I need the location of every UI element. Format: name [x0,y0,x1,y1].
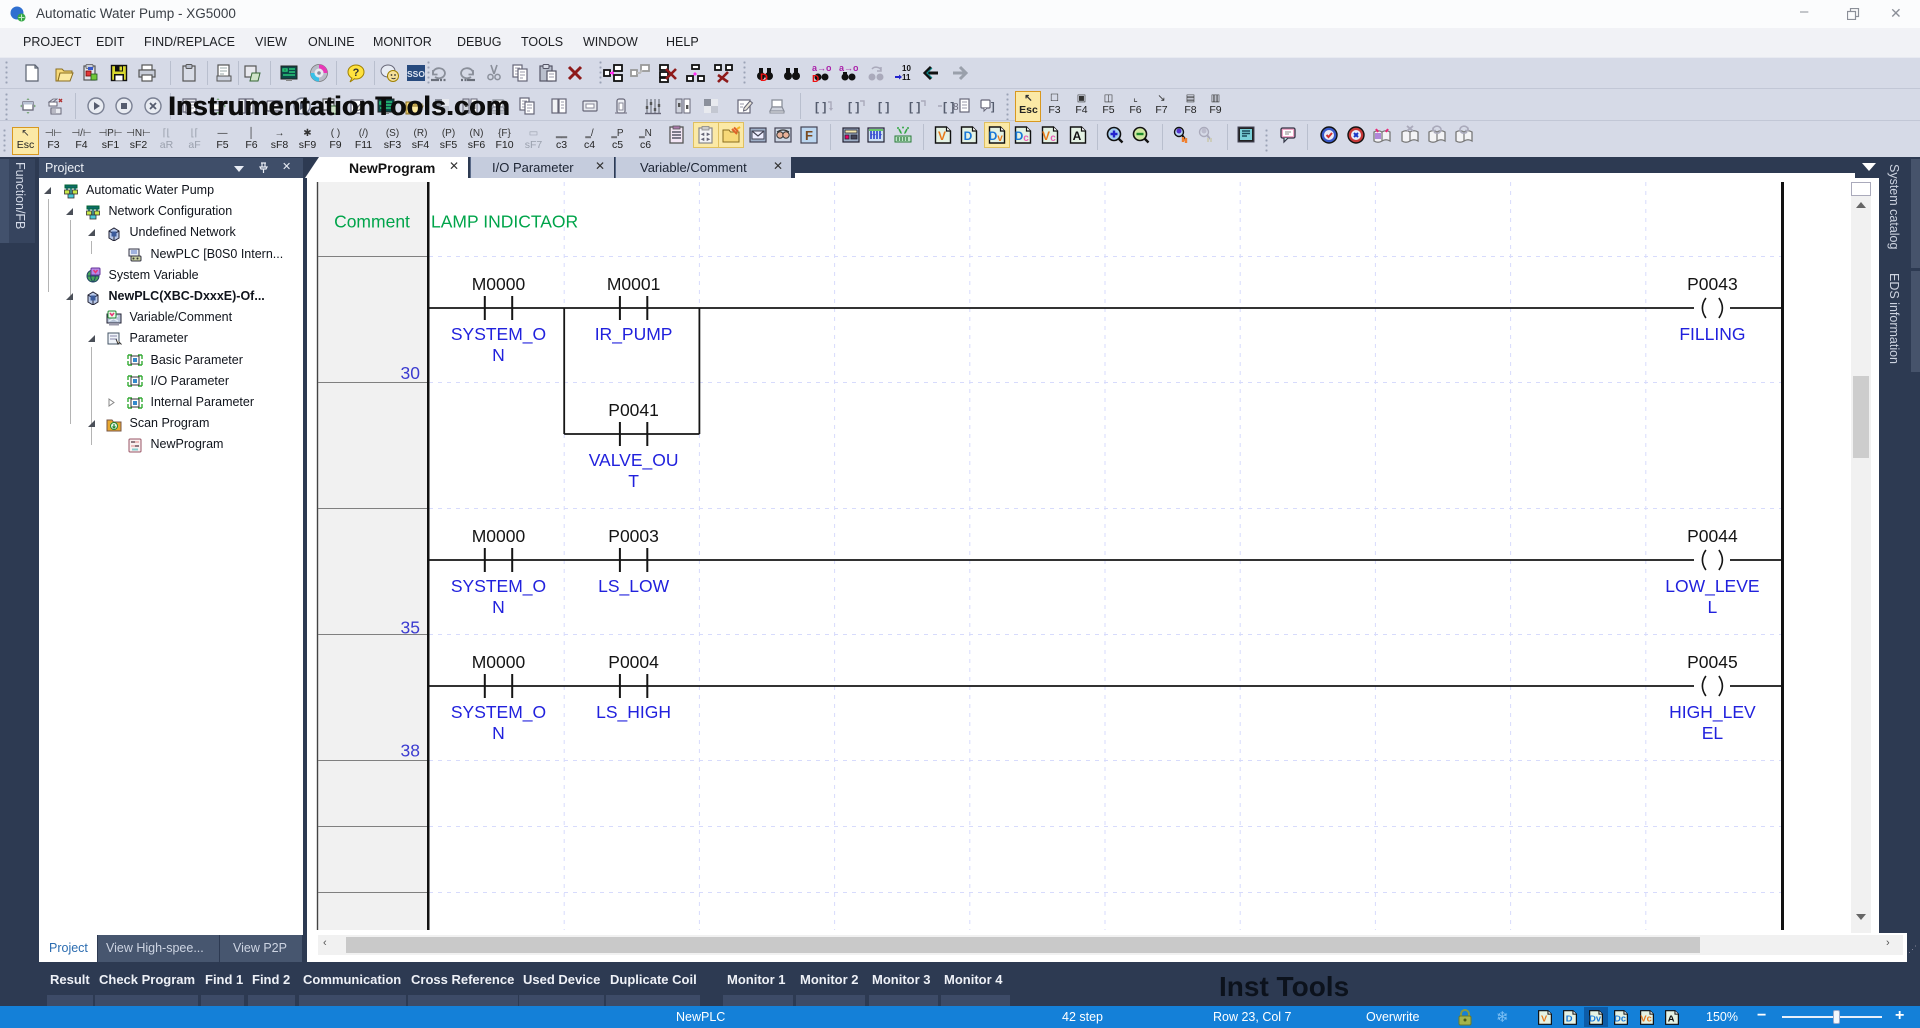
svg-text:D: D [812,74,819,83]
svg-text:M0000: M0000 [472,526,526,546]
svg-text:P0003: P0003 [608,526,659,546]
svg-text:D: D [760,72,768,83]
svg-text:[ ]: [ ] [878,100,889,114]
svg-text:D: D [1566,1014,1573,1024]
svg-text:30: 30 [401,363,421,383]
svg-text:A: A [1668,1014,1675,1024]
svg-text:N: N [492,345,505,365]
svg-text:VALVE_OU: VALVE_OU [589,450,679,471]
svg-text:M0001: M0001 [607,274,661,294]
svg-text:M0000: M0000 [472,274,526,294]
svg-text:8: 8 [953,102,959,113]
svg-text:LOW_LEVE: LOW_LEVE [1665,576,1759,597]
svg-text:v: v [997,133,1003,144]
svg-text:N: N [492,723,505,743]
svg-text:Dc: Dc [1614,1014,1626,1024]
svg-text:V: V [1042,129,1050,143]
svg-text:A: A [1073,129,1082,143]
svg-text:[ ]: [ ] [848,100,859,114]
svg-text:V: V [1541,1014,1548,1024]
svg-text:38: 38 [401,741,420,761]
svg-text:IR_PUMP: IR_PUMP [595,324,673,345]
svg-text:11: 11 [902,73,911,82]
svg-text:P0045: P0045 [1687,652,1738,672]
svg-text:V: V [938,129,946,143]
svg-text:SSO: SSO [407,69,425,79]
svg-text:Dv: Dv [1589,1014,1602,1024]
svg-text:?: ? [353,67,360,79]
svg-text:LS_LOW: LS_LOW [598,576,669,597]
svg-text:c: c [1023,133,1029,144]
svg-text:SYSTEM_O: SYSTEM_O [451,576,546,597]
svg-text:F: F [805,128,813,143]
svg-text:P0044: P0044 [1687,526,1738,546]
svg-text:◄►: ◄► [700,137,712,143]
svg-text:SYSTEM_O: SYSTEM_O [451,324,546,345]
svg-text:c: c [1050,133,1056,144]
svg-text:SYSTEM_O: SYSTEM_O [451,702,546,723]
svg-text:N: N [492,597,505,617]
svg-text:LS_HIGH: LS_HIGH [596,702,671,723]
svg-text:P0043: P0043 [1687,274,1738,294]
svg-text:T: T [628,471,639,491]
svg-text:FILLING: FILLING [1679,324,1745,344]
svg-text:a→o: a→o [839,63,858,73]
svg-text:35: 35 [401,618,420,638]
svg-text:10: 10 [902,64,911,73]
svg-text:[ ]: [ ] [909,100,920,114]
svg-text:P0004: P0004 [608,652,659,672]
svg-text:a→o: a→o [812,63,831,73]
svg-text:EL: EL [1702,723,1724,743]
svg-text:LAMP INDICTAOR: LAMP INDICTAOR [431,212,578,232]
svg-text:Vc: Vc [1640,1014,1651,1024]
svg-text:L: L [1708,597,1718,617]
svg-text:M0000: M0000 [472,652,526,672]
svg-text:[ ]: [ ] [815,100,826,114]
svg-text:P0041: P0041 [608,400,659,420]
svg-text:]: ] [991,101,995,113]
svg-text:Comment: Comment [334,212,410,232]
svg-text:HIGH_LEV: HIGH_LEV [1669,702,1756,723]
svg-text:D: D [964,129,973,143]
